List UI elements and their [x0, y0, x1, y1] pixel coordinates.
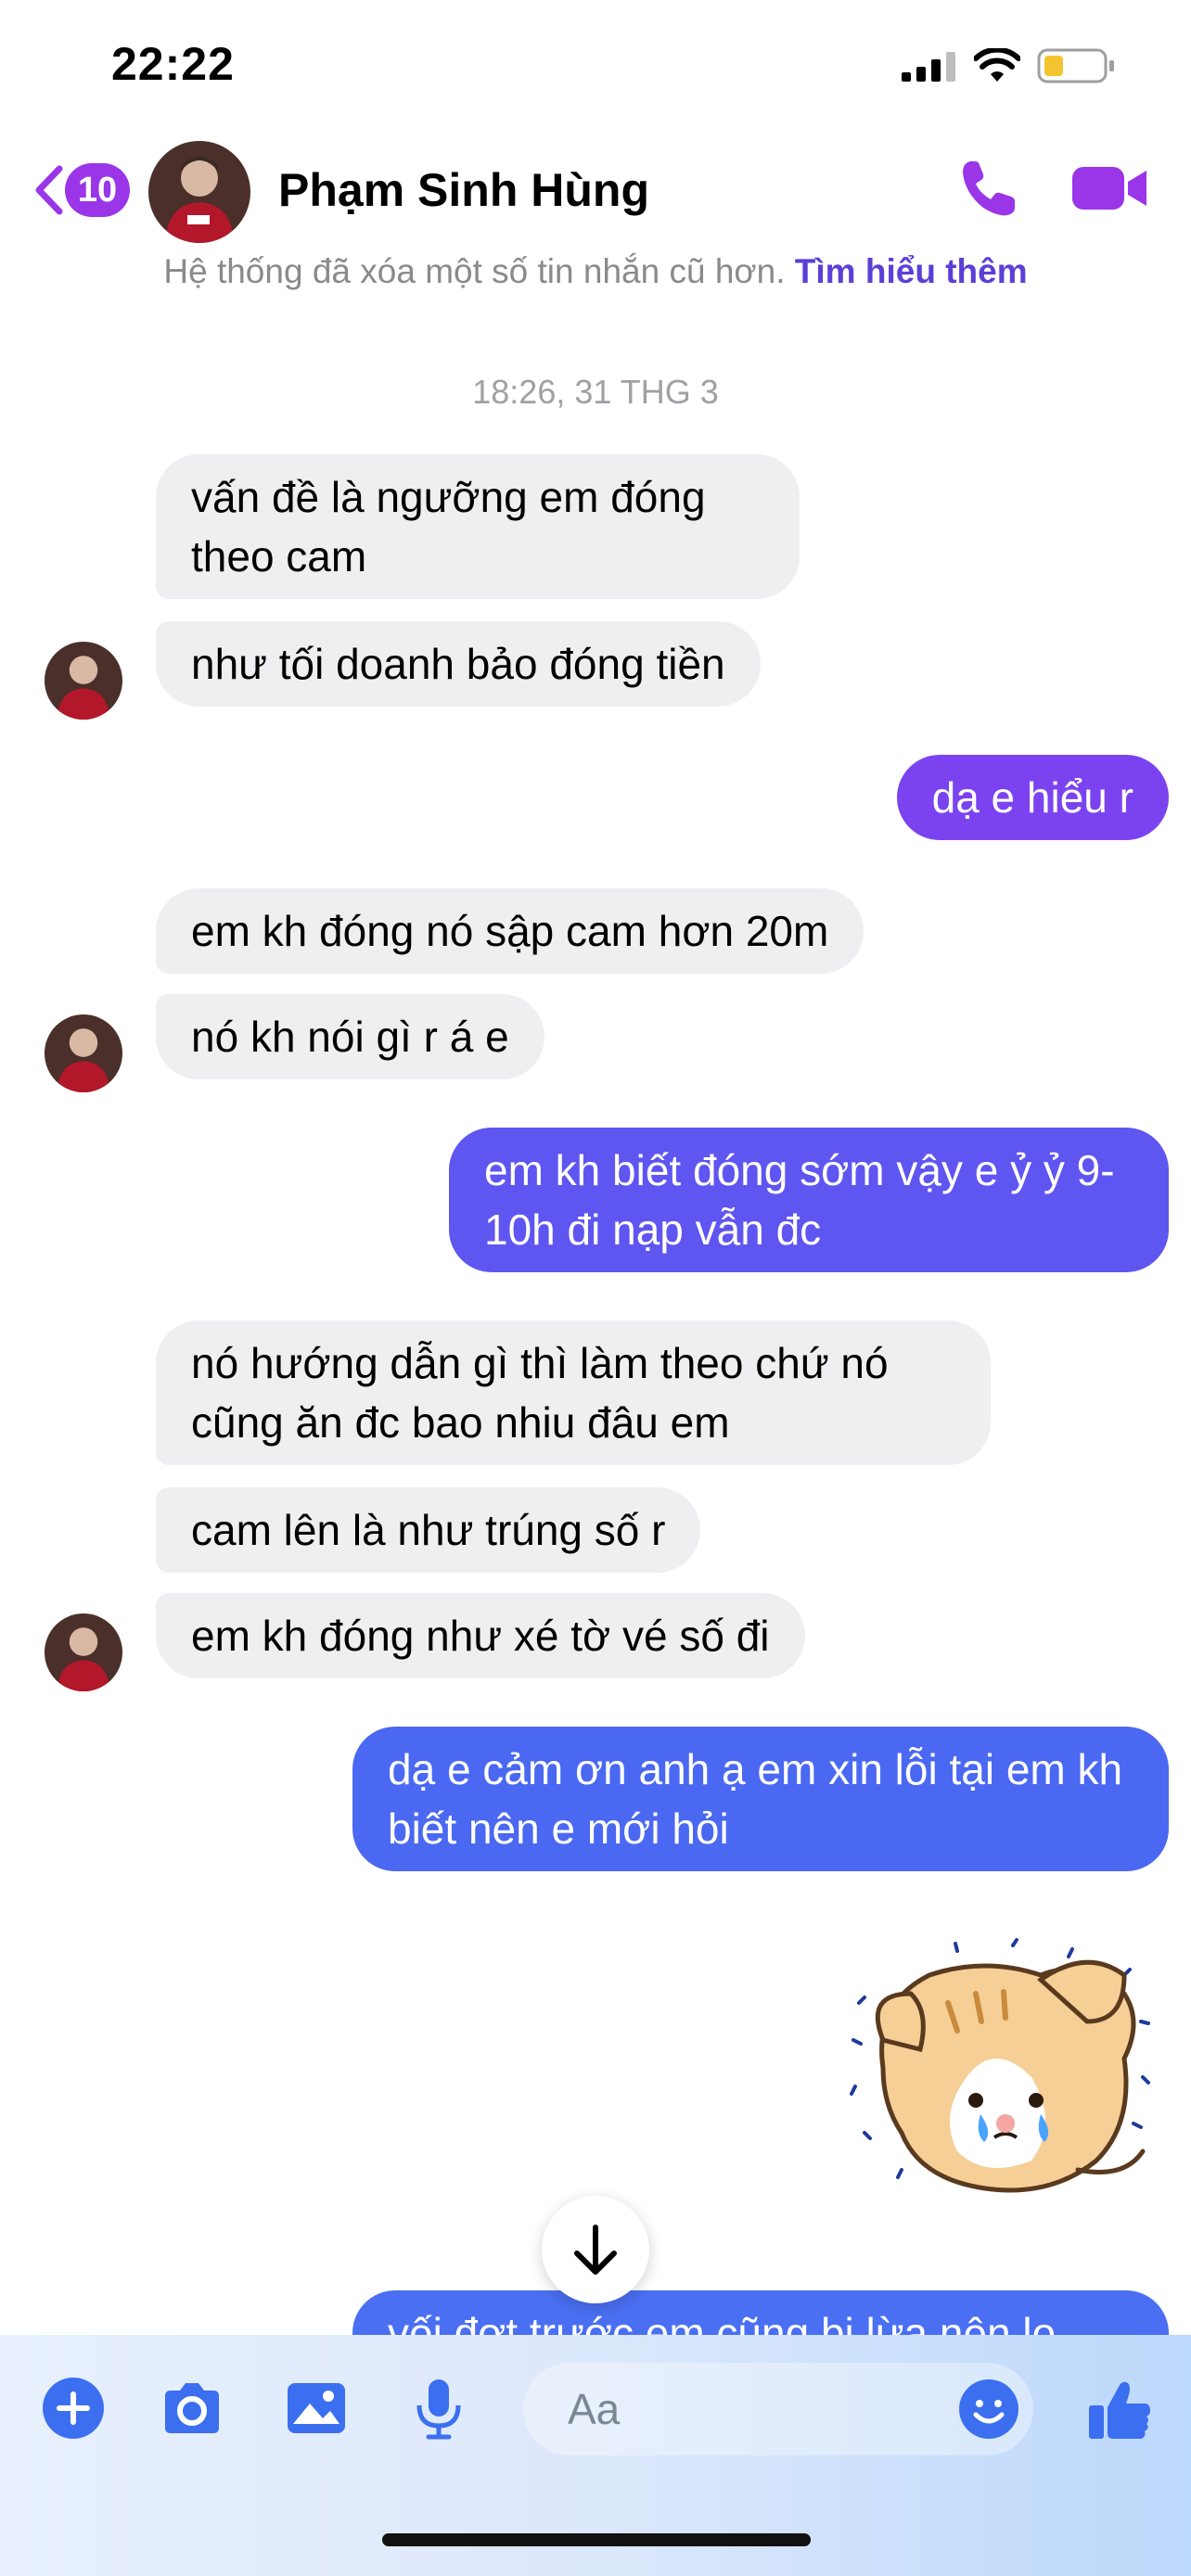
outgoing-message[interactable]: dạ e cảm ơn anh ạ em xin lỗi tại em kh b… — [352, 1727, 1169, 1871]
crying-cat-sticker[interactable] — [846, 1938, 1161, 2235]
contact-avatar[interactable] — [148, 141, 250, 243]
notice-text: Hệ thống đã xóa một số tin nhắn cũ hơn. — [163, 252, 786, 290]
plus-icon[interactable] — [41, 2376, 106, 2441]
person-avatar-icon — [45, 1014, 122, 1092]
wifi-icon — [974, 48, 1020, 82]
contact-name[interactable]: Phạm Sinh Hùng — [278, 163, 649, 217]
video-call-icon[interactable] — [1070, 161, 1148, 215]
sender-avatar[interactable] — [45, 1613, 122, 1691]
incoming-message[interactable]: nó hướng dẫn gì thì làm theo chứ nó cũng… — [156, 1320, 991, 1465]
incoming-message[interactable]: vấn đề là ngưỡng em đóng theo cam — [156, 454, 800, 599]
status-bar: 22:22 — [0, 0, 1191, 130]
camera-icon[interactable] — [160, 2376, 224, 2441]
outgoing-message[interactable]: dạ e hiểu r — [896, 755, 1169, 840]
message-text: em kh biết đóng sớm vậy e ỷ ỷ 9-10h đi n… — [484, 1146, 1115, 1254]
message-composer — [0, 2335, 1191, 2576]
message-text: em kh đóng như xé tờ vé số đi — [191, 1612, 770, 1660]
sender-avatar[interactable] — [45, 642, 122, 720]
outgoing-message[interactable]: em kh biết đóng sớm vậy e ỷ ỷ 9-10h đi n… — [449, 1128, 1169, 1272]
incoming-message[interactable]: nó kh nói gì r á e — [156, 994, 544, 1079]
message-input[interactable] — [568, 2381, 902, 2437]
battery-icon — [1037, 48, 1114, 83]
conversation-header: 10 Phạm Sinh Hùng — [0, 130, 1191, 269]
message-input-container[interactable] — [523, 2363, 1033, 2455]
person-avatar-icon — [45, 1613, 122, 1691]
message-text: nó hướng dẫn gì thì làm theo chứ nó cũng… — [191, 1339, 889, 1447]
status-time: 22:22 — [111, 38, 235, 90]
message-text: nó kh nói gì r á e — [191, 1013, 509, 1061]
message-text: dạ e cảm ơn anh ạ em xin lỗi tại em kh b… — [388, 1745, 1123, 1853]
home-indicator — [382, 2533, 811, 2546]
message-text: vấn đề là ngưỡng em đóng theo cam — [191, 473, 706, 580]
message-text: cam lên là như trúng số r — [191, 1506, 666, 1554]
microphone-icon[interactable] — [406, 2376, 471, 2441]
deleted-messages-notice: Hệ thống đã xóa một số tin nhắn cũ hơn. … — [0, 252, 1191, 291]
incoming-message[interactable]: như tối doanh bảo đóng tiền — [156, 621, 761, 707]
chevron-left-icon — [35, 165, 63, 215]
image-icon[interactable] — [284, 2376, 349, 2441]
scroll-to-bottom-button[interactable] — [542, 2196, 649, 2303]
message-text: em kh đóng nó sập cam hơn 20m — [191, 907, 829, 955]
incoming-message[interactable]: em kh đóng nó sập cam hơn 20m — [156, 888, 864, 974]
phone-call-icon[interactable] — [957, 156, 1022, 221]
message-timestamp: 18:26, 31 THG 3 — [472, 373, 719, 411]
person-avatar-icon — [148, 141, 250, 243]
thumbs-up-icon[interactable] — [1085, 2376, 1154, 2444]
person-avatar-icon — [45, 642, 122, 720]
message-text: dạ e hiểu r — [931, 773, 1133, 822]
cellular-signal-icon — [902, 52, 955, 82]
message-text: như tối doanh bảo đóng tiền — [191, 640, 725, 688]
incoming-message[interactable]: cam lên là như trúng số r — [156, 1487, 701, 1573]
emoji-icon[interactable] — [957, 2378, 1020, 2441]
unread-count-badge: 10 — [65, 163, 130, 217]
back-button[interactable]: 10 — [33, 158, 135, 223]
incoming-message[interactable]: em kh đóng như xé tờ vé số đi — [156, 1593, 805, 1678]
sender-avatar[interactable] — [45, 1014, 122, 1092]
learn-more-link[interactable]: Tìm hiểu thêm — [795, 252, 1028, 290]
arrow-down-icon — [574, 2225, 617, 2275]
